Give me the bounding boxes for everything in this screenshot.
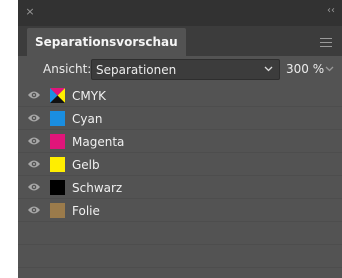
close-icon[interactable]: × <box>24 6 36 18</box>
list-item[interactable]: Gelb <box>18 153 342 176</box>
tab-separationsvorschau[interactable]: Separationsvorschau <box>27 28 186 56</box>
hamburger-menu-icon[interactable] <box>320 38 332 47</box>
separations-list: CMYK Cyan Magenta Gelb Schwarz Folie <box>18 84 342 268</box>
list-item[interactable]: Schwarz <box>18 176 342 199</box>
view-row: Ansicht: Separationen 300 % <box>18 58 342 82</box>
eye-icon[interactable] <box>27 205 41 215</box>
empty-list-row <box>18 245 342 268</box>
color-swatch <box>50 180 65 195</box>
view-select-value: Separationen <box>96 63 177 77</box>
eye-icon[interactable] <box>27 90 41 100</box>
zoom-value: 300 % <box>286 62 325 76</box>
color-swatch <box>50 111 65 126</box>
cmyk-composite-icon <box>50 88 65 103</box>
panel-title: Separationsvorschau <box>35 35 178 49</box>
color-swatch <box>50 134 65 149</box>
chevron-down-icon <box>264 66 273 72</box>
list-item[interactable]: Magenta <box>18 130 342 153</box>
separation-name: Cyan <box>72 112 103 126</box>
list-item[interactable]: Folie <box>18 199 342 222</box>
list-item[interactable]: CMYK <box>18 84 342 107</box>
collapse-icon[interactable]: ‹‹ <box>324 5 338 17</box>
eye-icon[interactable] <box>27 136 41 146</box>
eye-icon[interactable] <box>27 113 41 123</box>
zoom-select[interactable]: 300 % <box>286 61 336 79</box>
color-swatch <box>50 157 65 172</box>
view-label: Ansicht: <box>43 62 92 76</box>
chevron-down-icon <box>325 66 334 72</box>
panel-titlebar: × ‹‹ <box>18 0 342 26</box>
eye-icon[interactable] <box>27 159 41 169</box>
separations-preview-panel: × ‹‹ Separationsvorschau Ansicht: Separa… <box>18 0 342 278</box>
eye-icon[interactable] <box>27 182 41 192</box>
empty-list-row <box>18 222 342 245</box>
list-item[interactable]: Cyan <box>18 107 342 130</box>
separation-name: Schwarz <box>72 181 123 195</box>
color-swatch <box>50 203 65 218</box>
view-select[interactable]: Separationen <box>91 59 280 80</box>
separation-name: Magenta <box>72 135 125 149</box>
separation-name: Folie <box>72 204 100 218</box>
separation-name: Gelb <box>72 158 100 172</box>
separation-name: CMYK <box>72 89 106 103</box>
